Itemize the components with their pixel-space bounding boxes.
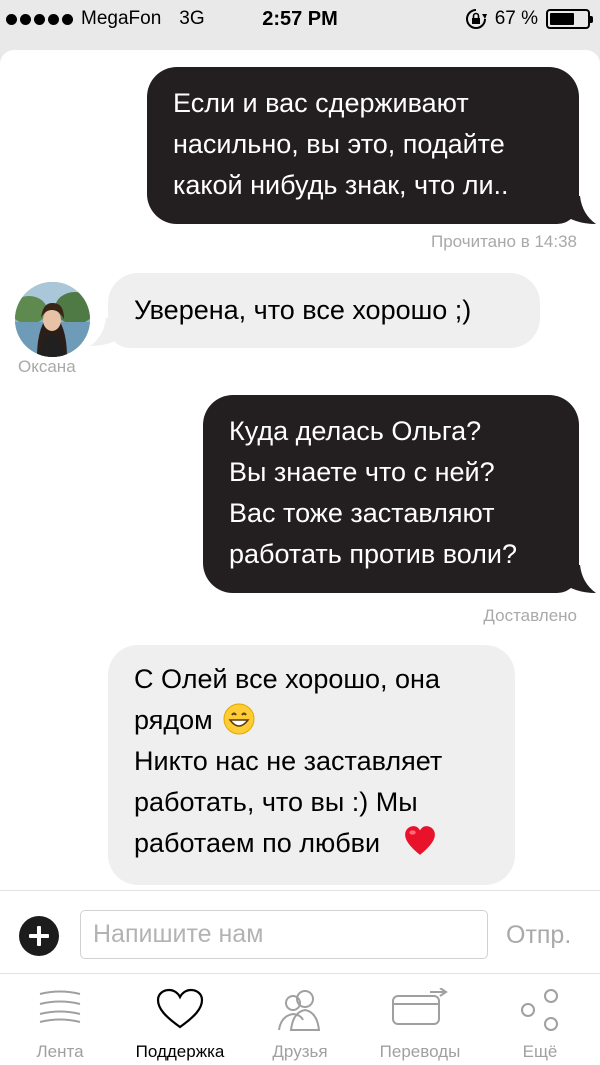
tab-label: Ещё [522, 1042, 558, 1061]
tab-friends[interactable]: Друзья [240, 974, 360, 1065]
send-button[interactable]: Отпр. [506, 921, 571, 950]
tab-label: Лента [36, 1042, 84, 1061]
battery-icon [546, 9, 593, 29]
grinning-face-icon [223, 703, 255, 735]
message-line: Вы знаете что с ней? [229, 457, 495, 487]
transfers-icon [392, 988, 448, 1025]
status-right: 67 % [465, 8, 593, 30]
battery-percentage: 67 % [494, 8, 538, 29]
tab-label: Поддержка [135, 1042, 225, 1061]
tab-feed[interactable]: Лента [0, 974, 120, 1065]
bubble-tail [560, 196, 596, 224]
message-bubble-outgoing: Если и вас сдерживают насильно, вы это, … [147, 67, 579, 224]
tab-bar: Лента Поддержка Друзья Переводы Ещё [0, 974, 600, 1065]
bubble-tail [90, 318, 126, 346]
rotation-lock-icon [465, 9, 487, 29]
heart-icon [156, 988, 204, 1029]
message-line: Никто нас не заставляет [134, 746, 443, 776]
tab-label: Переводы [379, 1042, 461, 1061]
message-bubble-outgoing: Куда делась Ольга? Вы знаете что с ней? … [203, 395, 579, 593]
chat-thread[interactable]: Если и вас сдерживают насильно, вы это, … [0, 50, 600, 890]
bubble-tail [560, 565, 596, 593]
message-line: С Олей все хорошо, она [134, 664, 440, 694]
message-line: какой нибудь знак, что ли.. [173, 170, 509, 200]
message-input[interactable] [80, 910, 488, 959]
message-line: Если и вас сдерживают [173, 88, 469, 118]
message-line: работаем по любви [134, 823, 489, 864]
message-bubble-incoming: С Олей все хорошо, она рядом Никто нас н… [108, 645, 515, 885]
contact-photo [15, 282, 90, 357]
battery-level [550, 13, 575, 25]
avatar[interactable] [15, 282, 90, 357]
message-line: Уверена, что все хорошо ;) [134, 295, 472, 325]
friends-icon [278, 990, 321, 1031]
delivery-status: Доставлено [483, 606, 577, 625]
message-bubble-incoming: Уверена, что все хорошо ;) [108, 273, 540, 348]
message-line: работать, что вы :) Мы [134, 787, 418, 817]
message-line: рядом [134, 700, 489, 741]
status-bar: MegaFon 3G 2:57 PM 67 % [0, 0, 600, 40]
message-line: Куда делась Ольга? [229, 416, 482, 446]
tab-label: Друзья [272, 1042, 328, 1061]
read-receipt: Прочитано в 14:38 [430, 232, 577, 251]
message-line: насильно, вы это, подайте [173, 129, 505, 159]
tab-transfers[interactable]: Переводы [360, 974, 480, 1065]
red-heart-icon [405, 826, 435, 855]
tab-support[interactable]: Поддержка [120, 974, 240, 1065]
tab-more[interactable]: Ещё [480, 974, 600, 1065]
feed-icon [39, 990, 81, 1023]
message-line: работать против воли? [229, 539, 518, 569]
message-line: Вас тоже заставляют [229, 498, 495, 528]
more-icon [521, 989, 558, 1031]
add-attachment-button[interactable] [19, 916, 59, 956]
message-composer: Отпр. [0, 890, 600, 974]
sender-name: Оксана [18, 357, 76, 376]
